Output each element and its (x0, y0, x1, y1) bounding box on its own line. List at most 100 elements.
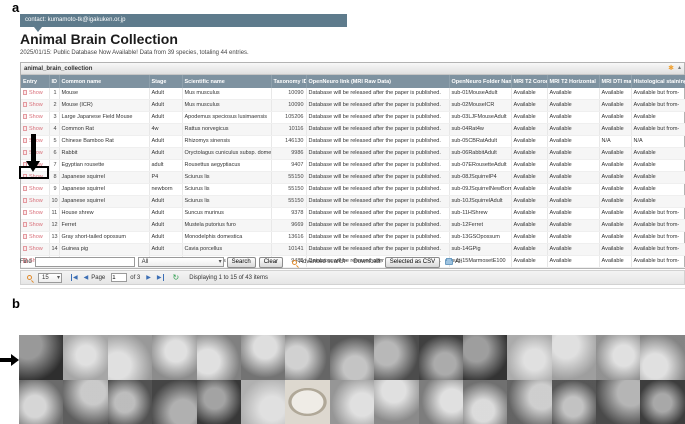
grid-star-icon[interactable]: ✱ (668, 65, 674, 72)
cell-mri-t2-horizontal: Available (547, 160, 599, 172)
annotation-right-arrow (0, 358, 11, 362)
show-entry-link[interactable]: Show (29, 198, 43, 204)
cell-taxonomy-id: 55150 (271, 196, 306, 208)
download-csv-button[interactable]: Selected as CSV (385, 257, 440, 268)
cell-taxonomy-id: 55150 (271, 172, 306, 184)
cell-scientific-name: Rattus norvegicus (182, 124, 271, 136)
table-header-row: EntryIDCommon nameStageScientific nameTa… (21, 75, 685, 88)
next-page-button[interactable]: ▶ (146, 274, 151, 281)
table-row: Show9Japanese squirrelnewbornSciurus lis… (21, 184, 685, 196)
cell-histology: Available but from- (631, 232, 685, 244)
show-entry-icon (23, 222, 27, 227)
show-entry-link[interactable]: Show (29, 102, 43, 108)
column-header-mri-t2-horizontal[interactable]: MRI T2 Horizontal (547, 75, 599, 88)
cell-common-name: Chinese Bamboo Rat (59, 136, 149, 148)
cell-mri-t2-coronal: Available (511, 220, 547, 232)
cell-common-name: House shrew (59, 208, 149, 220)
column-header-common-name[interactable]: Common name (59, 75, 149, 88)
column-header-scientific-name[interactable]: Scientific name (182, 75, 271, 88)
show-entry-icon (23, 234, 27, 239)
show-entry-link[interactable]: Show (29, 186, 43, 192)
entry-cell: Show (21, 112, 49, 124)
thumbnail-rooster (374, 380, 418, 424)
cell-mri-dti: Available (599, 244, 631, 256)
cell-openneuro-link: Database will be released after the pape… (306, 100, 449, 112)
clear-button[interactable]: Clear (259, 257, 283, 268)
cell-folder: sub-03LJFMouseAdult (449, 112, 511, 124)
cell-taxonomy-id: 146130 (271, 136, 306, 148)
cell-scientific-name: Sciurus lis (182, 184, 271, 196)
annotation-down-arrow (31, 134, 36, 162)
cell-common-name: Japanese squirrel (59, 184, 149, 196)
column-header-stage[interactable]: Stage (149, 75, 182, 88)
cell-mri-dti: Available (599, 208, 631, 220)
page-search-icon[interactable] (27, 275, 32, 280)
column-header-histological-staining[interactable]: Histological staining (631, 75, 685, 88)
cell-openneuro-link: Database will be released after the pape… (306, 148, 449, 160)
cell-folder: sub-11HShrew (449, 208, 511, 220)
page-size-select[interactable]: 15 (38, 273, 62, 283)
entry-cell: Show (21, 208, 49, 220)
cell-openneuro-link: Database will be released after the pape… (306, 196, 449, 208)
animal-table: EntryIDCommon nameStageScientific nameTa… (21, 75, 685, 268)
search-button[interactable]: Search (227, 257, 256, 268)
cell-openneuro-link: Database will be released after the pape… (306, 172, 449, 184)
cell-mri-t2-horizontal: Available (547, 88, 599, 100)
cell-mri-t2-coronal: Available (511, 244, 547, 256)
table-row: Show6RabbitAdultOryctolagus cuniculus su… (21, 148, 685, 160)
thumbnail-stilt-bird (241, 380, 285, 424)
show-entry-link[interactable]: Show (29, 114, 43, 120)
show-entry-link[interactable]: Show (29, 90, 43, 96)
cell-stage: Adult (149, 88, 182, 100)
thumbnail-lizard (640, 380, 684, 424)
prev-page-button[interactable]: ◀ (84, 274, 89, 281)
cell-mri-t2-coronal: Available (511, 148, 547, 160)
thumbnail-penguin-swimming (63, 335, 107, 380)
show-entry-link[interactable]: Show (29, 126, 43, 132)
cell-histology: Available but from- (631, 220, 685, 232)
column-header-entry[interactable]: Entry (21, 75, 49, 88)
cell-id: 5 (49, 136, 59, 148)
cell-histology: Available (631, 184, 685, 196)
table-row: Show14Guinea pigAdultCavia porcellus1014… (21, 244, 685, 256)
cell-mri-dti: Available (599, 112, 631, 124)
contact-bar: contact: kumamoto-tk@igakuken.or.jp (20, 14, 347, 27)
entry-cell: Show (21, 184, 49, 196)
cell-folder: sub-14GPig (449, 244, 511, 256)
cell-scientific-name: Rhizomys sinensis (182, 136, 271, 148)
page-number-input[interactable] (111, 273, 127, 282)
find-input[interactable] (35, 257, 135, 267)
show-entry-link[interactable]: Show (29, 210, 43, 216)
filter-select[interactable]: All (138, 257, 224, 267)
advanced-search-icon (292, 260, 297, 265)
thumbnail-duck (108, 380, 152, 424)
advanced-search-link[interactable]: Advanced search (299, 259, 345, 265)
show-entry-link[interactable]: Show (29, 246, 43, 252)
table-row: Show12FerretAdultMustela putorius furo96… (21, 220, 685, 232)
first-page-button[interactable]: ◀ (71, 274, 78, 281)
thumbnail-black-grouse (285, 335, 329, 380)
cell-folder: sub-09JSquirrelNewBorn (449, 184, 511, 196)
column-header-openneuro-folder-name[interactable]: OpenNeuro Folder Name (449, 75, 511, 88)
data-grid: animal_brain_collection ✱ ▴ EntryIDCommo… (20, 62, 685, 269)
show-entry-link[interactable]: Show (29, 222, 43, 228)
download-all-link[interactable]: All (455, 259, 462, 265)
refresh-icon[interactable]: ↻ (173, 273, 180, 282)
cell-id: 1 (49, 88, 59, 100)
last-page-button[interactable]: ▶ (157, 274, 164, 281)
thumbnail-goose (19, 380, 63, 424)
column-header-openneuro-link-mri-raw-data-[interactable]: OpenNeuro link (MRI Raw Data) (306, 75, 449, 88)
cell-common-name: Egyptian rousette (59, 160, 149, 172)
show-entry-icon (23, 186, 27, 191)
column-header-mri-t2-coronal[interactable]: MRI T2 Coronal (511, 75, 547, 88)
panel-b-label: b (12, 296, 20, 311)
column-header-id[interactable]: ID (49, 75, 59, 88)
cell-id: 11 (49, 208, 59, 220)
thumbnail-monkey (330, 380, 374, 424)
column-header-taxonomy-id[interactable]: Taxonomy ID (271, 75, 306, 88)
column-header-mri-dti-map[interactable]: MRI DTI map (599, 75, 631, 88)
show-entry-link[interactable]: Show (29, 234, 43, 240)
entry-cell: Show (21, 100, 49, 112)
thumbnail-auk (507, 335, 551, 380)
collapse-grid-icon[interactable]: ▴ (678, 65, 681, 72)
